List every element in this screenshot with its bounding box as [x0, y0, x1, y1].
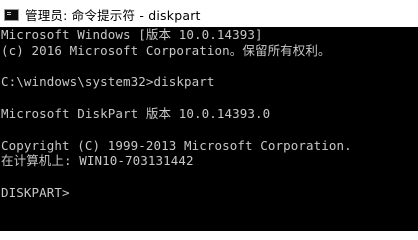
console-line-command: C:\windows\system32>diskpart	[1, 74, 215, 90]
console-line-diskpart-version: Microsoft DiskPart 版本 10.0.14393.0	[1, 105, 271, 121]
cmd-console-icon[interactable]	[4, 8, 19, 21]
console-line-copyright-windows: (c) 2016 Microsoft Corporation。保留所有权利。	[1, 42, 331, 58]
console-line-version: Microsoft Windows [版本 10.0.14393]	[1, 27, 263, 42]
window-title: 管理员: 命令提示符 - diskpart	[25, 8, 201, 23]
command-prompt-window: 管理员: 命令提示符 - diskpart Microsoft Windows …	[0, 0, 418, 231]
console-line-computer-name: 在计算机上: WIN10-703131442	[1, 153, 194, 169]
console-output[interactable]: Microsoft Windows [版本 10.0.14393] (c) 20…	[0, 27, 418, 231]
title-bar[interactable]: 管理员: 命令提示符 - diskpart	[0, 0, 418, 29]
console-line-copyright-diskpart: Copyright (C) 1999-2013 Microsoft Corpor…	[1, 137, 352, 153]
diskpart-prompt[interactable]: DISKPART>	[1, 185, 418, 201]
